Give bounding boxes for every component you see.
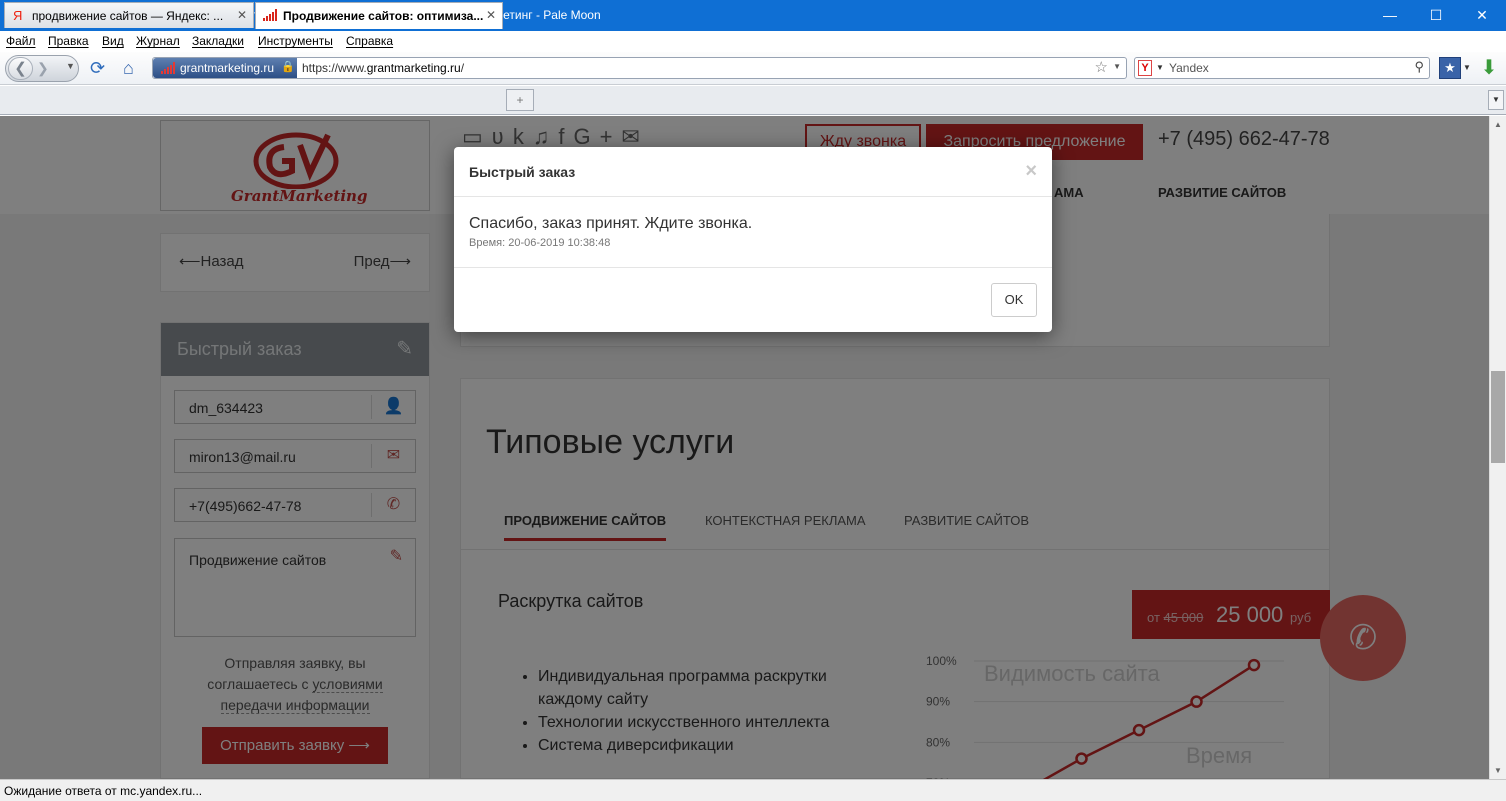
- menu-file[interactable]: Файл: [6, 34, 36, 48]
- close-tab-icon[interactable]: ✕: [237, 8, 247, 22]
- maximize-button[interactable]: ☐: [1413, 0, 1459, 31]
- menu-help[interactable]: Справка: [346, 34, 393, 48]
- menu-tools[interactable]: Инструменты: [258, 34, 333, 48]
- close-window-button[interactable]: ✕: [1459, 0, 1505, 31]
- yandex-engine-icon[interactable]: Y: [1138, 60, 1152, 76]
- modal-timestamp: Время: 20-06-2019 10:38:48: [469, 237, 611, 249]
- new-tab-button[interactable]: +: [506, 89, 534, 111]
- identity-host: grantmarketing.ru: [180, 61, 275, 75]
- search-bar[interactable]: Y ▼ Yandex ⚲: [1134, 57, 1430, 79]
- tab-label: Продвижение сайтов: оптимиза...: [283, 9, 484, 23]
- tab-grantmarketing[interactable]: Продвижение сайтов: оптимиза... ✕: [255, 2, 503, 29]
- modal-header: Быстрый заказ ×: [454, 147, 1052, 197]
- yandex-icon: Я: [13, 8, 23, 23]
- all-tabs-dropdown-icon[interactable]: ▼: [1488, 90, 1504, 110]
- forward-icon[interactable]: ❯: [37, 60, 49, 77]
- ok-button[interactable]: OK: [991, 283, 1037, 317]
- page-content: GrantMarketing ▭ʋk♫fG+✉ Жду звонка Запро…: [0, 116, 1489, 779]
- modal-divider: [454, 267, 1052, 268]
- menu-edit[interactable]: Правка: [48, 34, 89, 48]
- modal-close-icon[interactable]: ×: [1025, 160, 1037, 183]
- scroll-up-icon[interactable]: ▲: [1494, 120, 1502, 129]
- search-input[interactable]: Yandex: [1169, 61, 1209, 75]
- url-dropdown-icon[interactable]: ▼: [1113, 62, 1121, 71]
- tab-label: продвижение сайтов — Яндекс: ...: [32, 9, 224, 23]
- menu-history[interactable]: Журнал: [136, 34, 180, 48]
- status-bar: Ожидание ответа от mc.yandex.ru...: [0, 779, 1506, 801]
- search-icon[interactable]: ⚲: [1414, 59, 1424, 75]
- back-forward-group: ❮ ❯ ▼: [5, 55, 79, 82]
- bookmarks-menu-icon[interactable]: ★: [1439, 57, 1461, 79]
- history-dropdown-icon[interactable]: ▼: [66, 61, 75, 71]
- scrollbar-thumb[interactable]: [1491, 371, 1505, 463]
- home-icon[interactable]: ⌂: [123, 58, 134, 79]
- engine-dropdown-icon[interactable]: ▼: [1156, 63, 1164, 72]
- menu-view[interactable]: Вид: [102, 34, 124, 48]
- scroll-down-icon[interactable]: ▼: [1494, 766, 1502, 775]
- lock-icon: 🔒: [281, 61, 295, 73]
- tab-bar: [0, 86, 1506, 115]
- url-text[interactable]: https://www.grantmarketing.ru/: [302, 61, 464, 75]
- download-icon[interactable]: ⬇: [1478, 55, 1500, 79]
- url-bar[interactable]: grantmarketing.ru 🔒 https://www.grantmar…: [152, 57, 1127, 79]
- tab-yandex-search[interactable]: Я продвижение сайтов — Яндекс: ... ✕: [4, 2, 254, 28]
- vertical-scrollbar[interactable]: ▲ ▼: [1489, 116, 1506, 779]
- bookmarks-dropdown-icon[interactable]: ▼: [1463, 63, 1471, 72]
- close-tab-icon[interactable]: ✕: [486, 8, 496, 22]
- quick-order-modal: Быстрый заказ × Спасибо, заказ принят. Ж…: [454, 147, 1052, 332]
- modal-title: Быстрый заказ: [469, 164, 576, 180]
- bookmark-star-icon[interactable]: ☆: [1095, 58, 1108, 76]
- menu-bookmarks[interactable]: Закладки: [192, 34, 244, 48]
- signal-bars-icon: [263, 8, 279, 21]
- reload-icon[interactable]: ⟳: [90, 58, 105, 79]
- menu-bar: Файл Правка Вид Журнал Закладки Инструме…: [0, 31, 1506, 52]
- back-icon[interactable]: ❮: [8, 57, 33, 80]
- status-text: Ожидание ответа от mc.yandex.ru...: [4, 784, 203, 798]
- modal-message: Спасибо, заказ принят. Ждите звонка.: [469, 215, 753, 232]
- site-identity[interactable]: grantmarketing.ru 🔒: [153, 58, 297, 78]
- minimize-button[interactable]: —: [1367, 0, 1413, 31]
- signal-bars-icon: [161, 62, 177, 74]
